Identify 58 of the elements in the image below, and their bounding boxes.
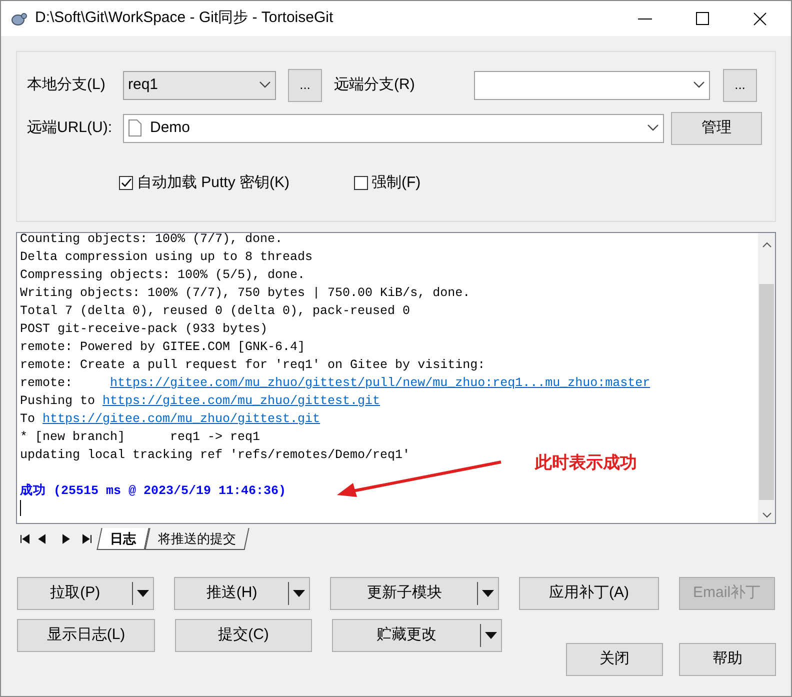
chevron-down-icon[interactable]: [762, 512, 772, 518]
dropdown-field[interactable]: req1: [123, 70, 276, 100]
browse-button[interactable]: ...: [723, 68, 757, 102]
log-line: To: [20, 411, 36, 428]
log-line: Pushing to: [20, 393, 96, 410]
chevron-up-icon[interactable]: [762, 242, 772, 248]
split-button[interactable]: 拉取(P): [17, 577, 154, 610]
dropdown-field[interactable]: Demo: [123, 114, 664, 142]
checkbox[interactable]: 强制(F): [354, 172, 421, 194]
checkmark-icon: [120, 178, 132, 188]
log-line: Counting objects: 100% (7/7), done.: [20, 233, 283, 248]
manage-button[interactable]: 管理: [671, 112, 762, 144]
log-line: * [new branch] req1 -> req1: [20, 429, 260, 446]
log-line: Total 7 (delta 0), reused 0 (delta 0), pack-reused 0: [20, 303, 410, 320]
checkbox[interactable]: 自动加载 Putty 密钥(K): [119, 172, 290, 194]
dropdown-field[interactable]: [474, 70, 710, 100]
log-line: remote:: [20, 375, 74, 392]
tab[interactable]: 日志: [96, 528, 150, 550]
chevron-down-icon: [259, 81, 271, 89]
chevron-down-icon: [647, 124, 659, 132]
log-line: remote: Create a pull request for 'req1' on Gitee by visiting:: [20, 357, 486, 374]
scrollbar[interactable]: [758, 233, 775, 523]
log-link[interactable]: https://gitee.com/mu_zhuo/gittest.git: [102, 392, 380, 410]
field-label: 本地分支(L): [27, 74, 106, 95]
split-button[interactable]: 推送(H): [174, 577, 310, 610]
file-icon: [128, 119, 142, 137]
caret-down-icon[interactable]: [137, 590, 150, 597]
action-button[interactable]: 应用补丁(A): [519, 577, 659, 610]
caret-down-icon[interactable]: [293, 590, 306, 597]
dialog-button[interactable]: 关闭: [566, 643, 663, 676]
browse-button[interactable]: ...: [288, 68, 322, 102]
close-icon[interactable]: [753, 12, 767, 26]
split-button[interactable]: 更新子模块: [330, 577, 500, 610]
minimize-icon[interactable]: [638, 18, 652, 20]
dialog-button[interactable]: 帮助: [679, 643, 776, 676]
status-line: 成功 (25515 ms @ 2023/5/19 11:46:36): [20, 482, 288, 500]
log-line: remote: Powered by GITEE.COM [GNK-6.4]: [20, 339, 306, 356]
log-line: POST git-receive-pack (933 bytes): [20, 321, 268, 338]
turtle-icon: [9, 10, 27, 26]
window-title: D:\Soft\Git\WorkSpace - Git同步 - TortoiseGit: [35, 8, 334, 28]
log-line: Compressing objects: 100% (5/5), done.: [20, 267, 306, 284]
field-label: 远端分支(R): [334, 74, 416, 95]
log-line: updating local tracking ref 'refs/remotes/Demo/req1': [20, 447, 410, 464]
split-button[interactable]: 贮藏更改: [332, 619, 502, 652]
log-line: Delta compression using up to 8 threads: [20, 249, 313, 266]
log-line: Writing objects: 100% (7/7), 750 bytes | 750.00 KiB/s, done.: [20, 285, 470, 302]
annotation-text: 此时表示成功: [535, 452, 637, 475]
field-label: 远端URL(U):: [27, 118, 113, 138]
log-link[interactable]: https://gitee.com/mu_zhuo/gittest.git: [42, 410, 320, 428]
chevron-down-icon: [693, 81, 705, 89]
tab[interactable]: 将推送的提交: [144, 528, 250, 550]
log-link[interactable]: https://gitee.com/mu_zhuo/gittest/pull/new/mu_zhuo:req1...mu_zhuo:master: [110, 374, 650, 392]
action-button[interactable]: 提交(C): [175, 619, 312, 652]
caret-down-icon[interactable]: [482, 590, 494, 597]
text-cursor: [20, 500, 21, 516]
caret-down-icon[interactable]: [485, 632, 497, 639]
action-button[interactable]: 显示日志(L): [17, 619, 155, 652]
maximize-icon[interactable]: [696, 12, 709, 25]
